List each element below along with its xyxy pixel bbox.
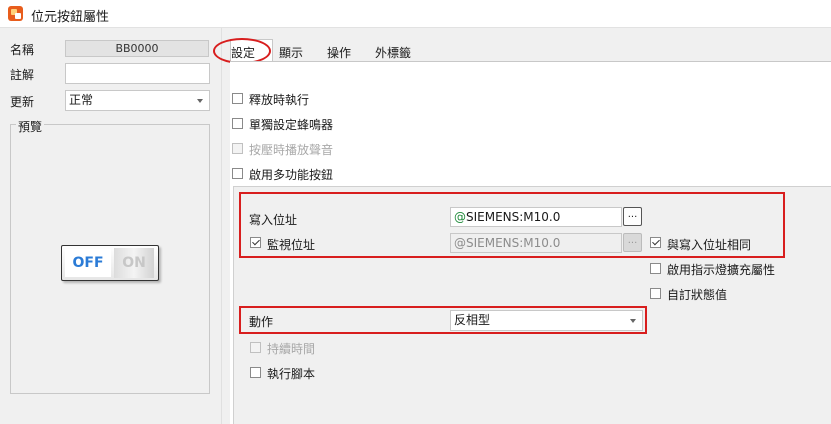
duration-label: 持續時間	[267, 342, 316, 356]
press-sound-label: 按壓時播放聲音	[249, 143, 334, 157]
multifunction-checkbox[interactable]	[232, 168, 243, 179]
panel-divider	[221, 28, 222, 424]
left-panel: 名稱 BB0000 註解 更新 正常 OFF ON 預覽	[0, 28, 221, 424]
preview-toggle-switch: OFF ON	[61, 245, 159, 281]
run-script-checkbox[interactable]	[250, 367, 261, 378]
indicator-extended-label: 啟用指示燈擴充屬性	[667, 263, 776, 277]
note-label: 註解	[10, 68, 35, 82]
multifunction-label: 啟用多功能按鈕	[249, 168, 334, 182]
chevron-down-icon	[197, 99, 203, 103]
note-input[interactable]	[65, 63, 210, 84]
press-sound-checkbox[interactable]	[232, 143, 243, 154]
toggle-off-label: OFF	[65, 249, 111, 277]
independent-buzzer-checkbox[interactable]	[232, 118, 243, 129]
title-bar: 位元按鈕屬性	[0, 0, 831, 28]
run-script-label: 執行腳本	[267, 367, 316, 381]
preview-label: 預覽	[16, 118, 45, 135]
tab-operation[interactable]: 操作	[327, 44, 351, 61]
toggle-on-label: ON	[114, 248, 154, 278]
name-field: BB0000	[65, 40, 209, 57]
window-title: 位元按鈕屬性	[31, 10, 110, 25]
independent-buzzer-label: 單獨設定蜂鳴器	[249, 118, 334, 132]
custom-state-label: 自訂狀態值	[667, 288, 728, 302]
indicator-extended-checkbox[interactable]	[650, 263, 661, 274]
update-select-value: 正常	[69, 93, 94, 107]
release-execute-checkbox[interactable]	[232, 93, 243, 104]
action-highlight-box	[239, 306, 647, 334]
duration-checkbox[interactable]	[250, 342, 261, 353]
release-execute-label: 釋放時執行	[249, 93, 310, 107]
tab-display[interactable]: 顯示	[279, 44, 303, 61]
update-select[interactable]: 正常	[65, 90, 210, 111]
update-label: 更新	[10, 95, 35, 109]
tab-outer-label[interactable]: 外標籤	[375, 44, 411, 61]
app-icon	[8, 6, 23, 21]
name-label: 名稱	[10, 43, 35, 57]
custom-state-checkbox[interactable]	[650, 288, 661, 299]
address-highlight-box	[239, 192, 785, 258]
preview-group: OFF ON	[10, 124, 210, 394]
